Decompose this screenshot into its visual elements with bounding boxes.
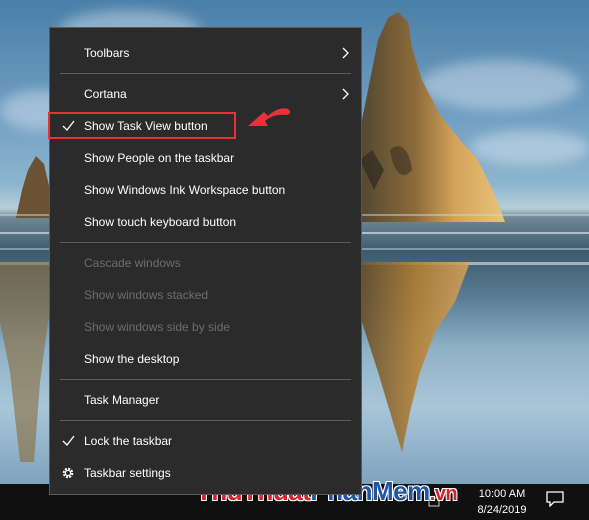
chevron-right-icon: [342, 88, 349, 100]
menu-item-label: Show Windows Ink Workspace button: [84, 183, 286, 197]
chevron-right-icon: [342, 47, 349, 59]
menu-item-label: Show windows stacked: [84, 288, 209, 302]
action-center-icon[interactable]: [546, 491, 564, 507]
menu-item-cascade-windows: Cascade windows: [50, 248, 361, 278]
highlight-box: [48, 112, 236, 139]
clock-date: 8/24/2019: [477, 504, 527, 516]
menu-item-label: Toolbars: [84, 46, 130, 60]
menu-separator: [60, 242, 351, 243]
menu-item-label: Show touch keyboard button: [84, 215, 237, 229]
menu-item-label: Task Manager: [84, 393, 160, 407]
tray-clock[interactable]: 10:00 AM 8/24/2019: [467, 486, 537, 518]
menu-item-label: Show the desktop: [84, 352, 180, 366]
gear-icon: [62, 467, 74, 479]
menu-item-show-desktop[interactable]: Show the desktop: [50, 344, 361, 374]
menu-item-taskbar-settings[interactable]: Taskbar settings: [50, 458, 361, 488]
menu-separator: [60, 379, 351, 380]
rock-left-image: [16, 156, 52, 218]
taskbar-context-menu: Toolbars Cortana Show Task View button S…: [49, 27, 362, 495]
menu-item-show-touch-keyboard[interactable]: Show touch keyboard button: [50, 207, 361, 237]
menu-item-windows-stacked: Show windows stacked: [50, 280, 361, 310]
menu-item-task-manager[interactable]: Task Manager: [50, 385, 361, 415]
menu-item-show-people[interactable]: Show People on the taskbar: [50, 143, 361, 173]
checkmark-icon: [62, 435, 75, 446]
clock-time: 10:00 AM: [478, 488, 526, 500]
menu-item-lock-taskbar[interactable]: Lock the taskbar: [50, 426, 361, 456]
menu-separator: [60, 73, 351, 74]
menu-item-show-ink-workspace[interactable]: Show Windows Ink Workspace button: [50, 175, 361, 205]
menu-item-label: Lock the taskbar: [84, 434, 173, 448]
menu-item-label: Show windows side by side: [84, 320, 231, 334]
menu-item-cortana[interactable]: Cortana: [50, 79, 361, 109]
menu-item-label: Show People on the taskbar: [84, 151, 235, 165]
menu-item-windows-side-by-side: Show windows side by side: [50, 312, 361, 342]
red-pointer-arrow-icon: [248, 108, 291, 126]
menu-item-label: Cascade windows: [84, 256, 181, 270]
menu-item-toolbars[interactable]: Toolbars: [50, 38, 361, 68]
menu-item-label: Taskbar settings: [84, 466, 171, 480]
menu-item-label: Cortana: [84, 87, 127, 101]
menu-separator: [60, 420, 351, 421]
